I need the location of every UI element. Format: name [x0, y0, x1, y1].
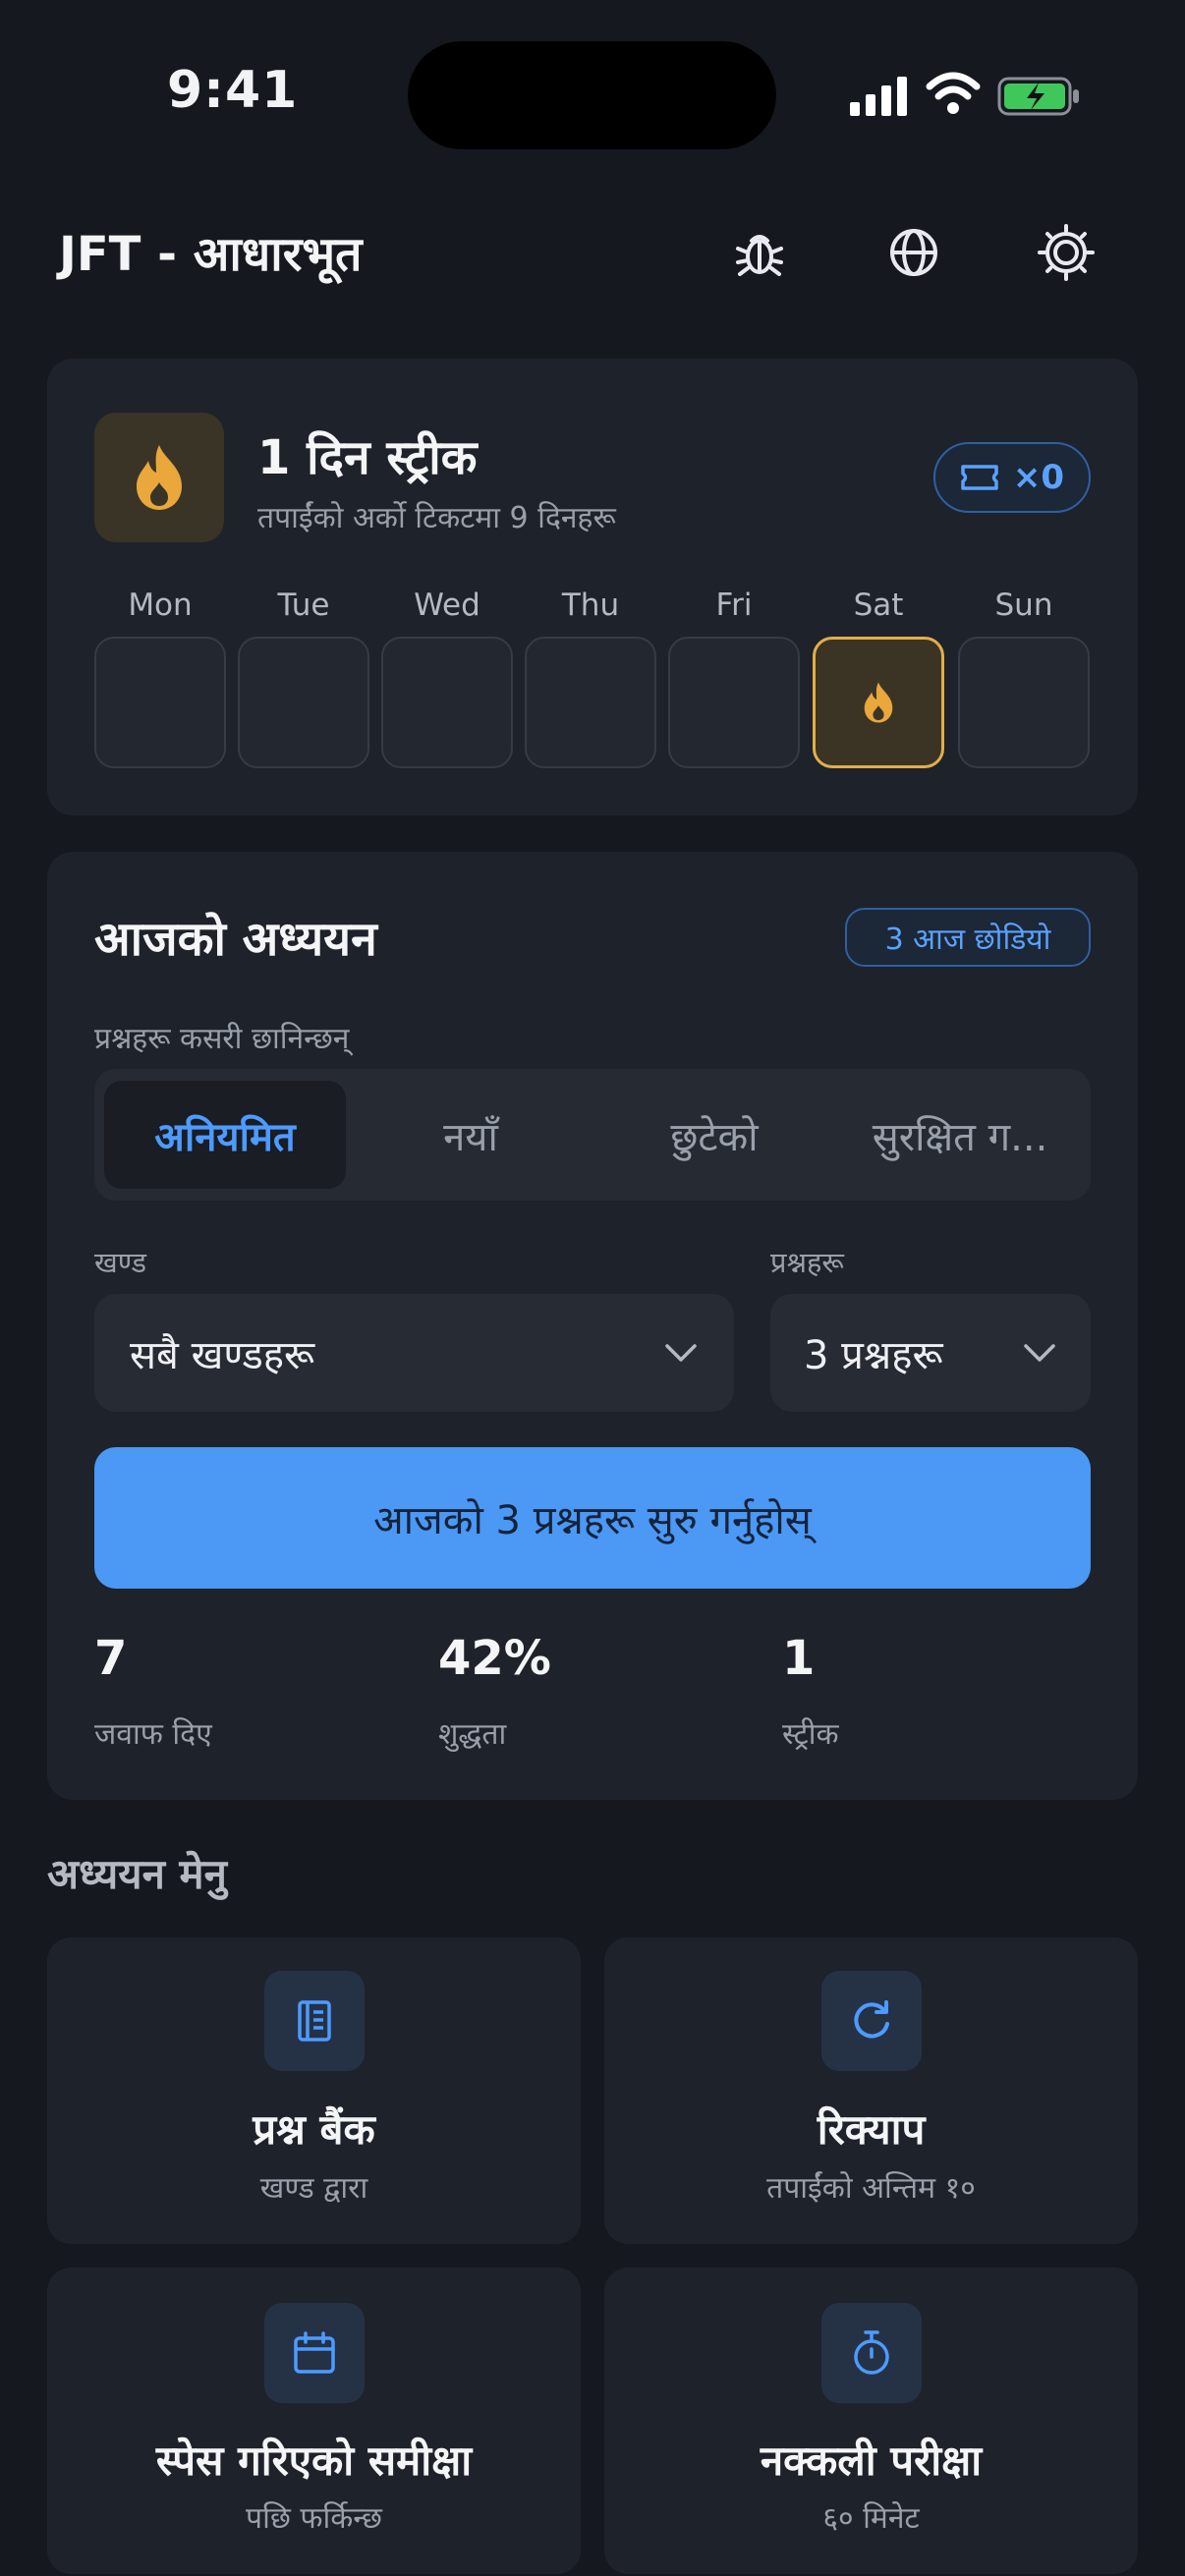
- questions-select[interactable]: 3 प्रश्नहरू: [770, 1294, 1091, 1412]
- day-box-fri: [668, 637, 800, 768]
- chevron-down-icon: [663, 1335, 699, 1371]
- menu-title-recap: रिक्याप: [817, 2105, 926, 2154]
- section-select-value: सबै खण्डहरू: [130, 1332, 315, 1378]
- dynamic-island: [408, 41, 776, 149]
- day-label-mon: Mon: [128, 588, 193, 623]
- ticket-count: ×0: [1012, 458, 1065, 497]
- start-today-button[interactable]: आजको 3 प्रश्नहरू सुरु गर्नुहोस्: [94, 1447, 1091, 1589]
- day-label-tue: Tue: [277, 588, 330, 623]
- flame-icon: [864, 682, 893, 723]
- segment-missed[interactable]: छुटेको: [593, 1081, 835, 1189]
- questions-select-value: 3 प्रश्नहरू: [804, 1332, 943, 1378]
- wifi-icon: [926, 72, 981, 114]
- stopwatch-icon: [821, 2303, 922, 2403]
- menu-subtitle-mock-exam: ६० मिनेट: [822, 2501, 920, 2536]
- day-label-fri: Fri: [715, 588, 753, 623]
- study-menu-heading: अध्ययन मेनु: [47, 1850, 227, 1898]
- skipped-badge: 3 आज छोडियो: [845, 908, 1091, 967]
- menu-subtitle-spaced-review: पछि फर्किन्छ: [246, 2501, 382, 2536]
- stat-answered-value: 7: [94, 1631, 128, 1686]
- segment-new[interactable]: नयाँ: [350, 1081, 592, 1189]
- stat-streak-label: स्ट्रीक: [782, 1717, 839, 1752]
- day-label-sun: Sun: [994, 588, 1053, 623]
- bug-icon[interactable]: [725, 218, 794, 287]
- menu-subtitle-recap: तपाईंको अन्तिम १०: [766, 2171, 976, 2206]
- battery-charging-icon: [997, 77, 1079, 116]
- refresh-icon: [821, 1971, 922, 2071]
- globe-icon[interactable]: [879, 218, 948, 287]
- day-box-tue: [238, 637, 369, 768]
- stat-accuracy-label: शुद्धता: [438, 1717, 507, 1752]
- app-title: JFT - आधारभूत: [59, 227, 363, 282]
- menu-title-mock-exam: नक्कली परीक्षा: [760, 2436, 983, 2485]
- segment-saved[interactable]: सुरक्षित ग...: [837, 1081, 1083, 1189]
- menu-title-spaced-review: स्पेस गरिएको समीक्षा: [155, 2436, 473, 2485]
- chevron-down-icon: [1022, 1335, 1057, 1371]
- streak-title: 1 दिन स्ट्रीक: [257, 430, 478, 485]
- stat-streak-value: 1: [782, 1631, 816, 1686]
- flame-icon: [94, 413, 224, 542]
- study-title: आजको अध्ययन: [94, 912, 377, 967]
- ticket-icon: [961, 465, 998, 490]
- questions-label: प्रश्नहरू: [770, 1246, 844, 1279]
- day-box-sun: [958, 637, 1090, 768]
- filter-label: प्रश्नहरू कसरी छानिन्छन्: [94, 1022, 350, 1056]
- segment-random[interactable]: अनियमित: [104, 1081, 346, 1189]
- section-select[interactable]: सबै खण्डहरू: [94, 1294, 734, 1412]
- day-label-thu: Thu: [561, 588, 620, 623]
- status-time: 9:41: [167, 61, 299, 120]
- day-box-thu: [525, 637, 656, 768]
- cellular-signal-icon: [850, 77, 907, 116]
- menu-title-question-bank: प्रश्न बैंक: [253, 2105, 375, 2154]
- stat-accuracy-value: 42%: [438, 1631, 551, 1686]
- day-box-sat: [813, 637, 944, 768]
- sun-icon[interactable]: [1032, 218, 1100, 287]
- day-box-wed: [381, 637, 513, 768]
- stat-answered-label: जवाफ दिए: [94, 1717, 212, 1752]
- day-box-mon: [94, 637, 226, 768]
- ticket-badge[interactable]: ×0: [933, 442, 1091, 513]
- book-icon: [264, 1971, 365, 2071]
- section-label: खण्ड: [94, 1246, 147, 1279]
- day-label-wed: Wed: [414, 588, 480, 623]
- calendar-icon: [264, 2303, 365, 2403]
- day-label-sat: Sat: [853, 588, 904, 623]
- streak-subtitle: तपाईंको अर्को टिकटमा 9 दिनहरू: [257, 501, 616, 535]
- menu-subtitle-question-bank: खण्ड द्वारा: [259, 2171, 368, 2206]
